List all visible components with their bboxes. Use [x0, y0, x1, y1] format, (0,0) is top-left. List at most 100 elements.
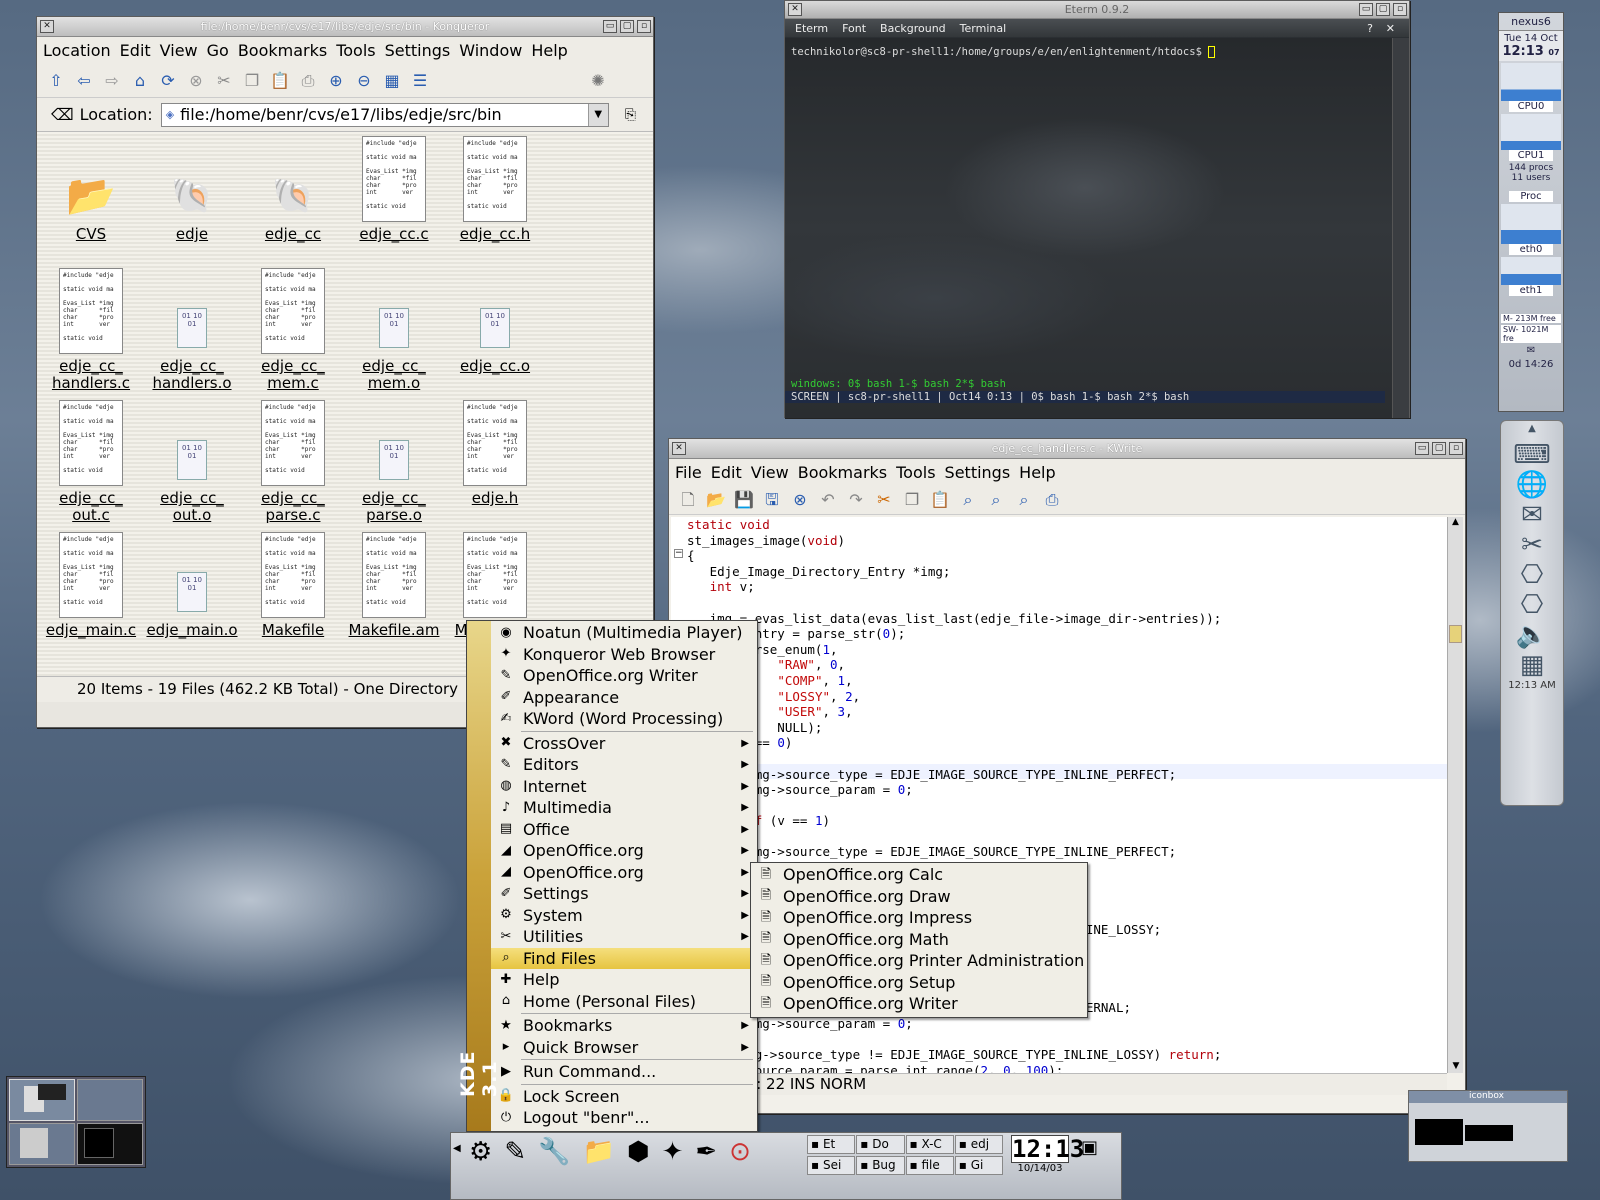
icon-view-icon[interactable]: ▦	[381, 70, 403, 92]
forward-icon[interactable]: ⇨	[101, 70, 123, 92]
menu-item-home-personal-files[interactable]: ⌂ Home (Personal Files)	[491, 991, 757, 1013]
menu-bookmarks[interactable]: Bookmarks	[798, 463, 887, 482]
close-icon[interactable]: ✕	[672, 442, 686, 455]
dropdown-icon[interactable]: ▼	[587, 103, 608, 126]
submenu-item[interactable]: 🗎 OpenOffice.org Impress	[751, 907, 1087, 929]
paste-icon[interactable]: 📋	[269, 70, 291, 92]
close-icon[interactable]: ✕	[788, 3, 802, 16]
menu-item-find-files[interactable]: ⌕ Find Files	[491, 947, 757, 969]
stop-icon[interactable]: ⊗	[185, 70, 207, 92]
menu-edit[interactable]: Edit	[120, 41, 151, 60]
file-item[interactable]: #include "edje static void ma Evas_List …	[245, 400, 341, 524]
maximize-icon[interactable]: ▢	[1432, 442, 1446, 455]
menu-item-run-command[interactable]: ▶ Run Command...	[491, 1061, 757, 1083]
menu-item-crossover[interactable]: ✖ CrossOver ▶	[491, 733, 757, 755]
menu-item-noatun-multimedia-player[interactable]: ◉ Noatun (Multimedia Player)	[491, 622, 757, 644]
help-icon[interactable]: ?	[1367, 22, 1373, 35]
file-item[interactable]: #include "edje static void ma Evas_List …	[43, 400, 139, 524]
menu-view[interactable]: View	[751, 463, 789, 482]
scroll-up-icon[interactable]: ▲	[1448, 517, 1463, 527]
menu-item-system[interactable]: ⚙ System ▶	[491, 905, 757, 927]
window-list-icon[interactable]: ▣	[1081, 1137, 1098, 1158]
file-item[interactable]: #include "edje static void ma Evas_List …	[346, 532, 442, 639]
menu-item-kword-word-processing[interactable]: ✍ KWord (Word Processing)	[491, 708, 757, 730]
menu-item-office[interactable]: ▤ Office ▶	[491, 819, 757, 841]
replace-icon[interactable]: ⌕	[1013, 489, 1035, 511]
file-item[interactable]: 01 10 01 edje_cc_ out.o	[144, 400, 240, 524]
detail-view-icon[interactable]: ☰	[409, 70, 431, 92]
tools-icon[interactable]: ✂	[1501, 530, 1563, 560]
task-button[interactable]: ▪ edj	[954, 1135, 1003, 1154]
task-button[interactable]: ▪ Et	[807, 1135, 856, 1154]
menu-item-help[interactable]: ✚ Help	[491, 969, 757, 991]
minimize-icon[interactable]: ▭	[1415, 442, 1429, 455]
desktop-icon[interactable]: ✎	[504, 1137, 526, 1167]
menu-view[interactable]: View	[160, 41, 198, 60]
sound-icon[interactable]: 🔈	[1501, 620, 1563, 650]
menu-location[interactable]: Location	[43, 41, 111, 60]
menu-item-editors[interactable]: ✎ Editors ▶	[491, 754, 757, 776]
fold-marker-icon[interactable]: −	[674, 549, 683, 558]
undo-icon[interactable]: ↶	[817, 489, 839, 511]
file-item[interactable]: #include "edje static void ma Evas_List …	[447, 136, 543, 243]
help-icon[interactable]: ⊙	[729, 1137, 751, 1167]
minimize-icon[interactable]: ▭	[603, 20, 617, 33]
task-button[interactable]: ▪ X-C	[905, 1135, 954, 1154]
scrollbar[interactable]: ▲ ▼	[1447, 517, 1463, 1073]
settings-icon[interactable]: 🔧	[538, 1137, 570, 1167]
kde-menu-icon[interactable]: ⚙	[469, 1137, 492, 1167]
find-icon[interactable]: ⌕	[957, 489, 979, 511]
shade-icon[interactable]: ▫	[1393, 3, 1407, 16]
file-item[interactable]: #include "edje static void ma Evas_List …	[346, 136, 442, 243]
task-button[interactable]: ▪ Bug	[856, 1155, 905, 1175]
menu-item-openoffice-org-writer[interactable]: ✎ OpenOffice.org Writer	[491, 665, 757, 687]
network2-icon[interactable]: ⎔	[1501, 590, 1563, 620]
submenu-item[interactable]: 🗎 OpenOffice.org Setup	[751, 972, 1087, 994]
go-icon[interactable]: ⎘	[625, 107, 636, 123]
menu-window[interactable]: Window	[459, 41, 522, 60]
file-item[interactable]: 🐚 edje_cc	[245, 136, 341, 243]
print-icon[interactable]: ⎙	[297, 70, 319, 92]
menu-item-openoffice-org[interactable]: ◢ OpenOffice.org ▶	[491, 862, 757, 884]
close-icon[interactable]: ✕	[1386, 22, 1395, 35]
iconbox-item[interactable]	[1465, 1125, 1513, 1141]
network-icon[interactable]: ⎔	[1501, 560, 1563, 590]
terminal-icon[interactable]: ⌨	[1501, 440, 1563, 470]
up-icon[interactable]: ⇧	[45, 70, 67, 92]
save-icon[interactable]: 💾	[733, 489, 755, 511]
print-icon[interactable]: ⎙	[1041, 489, 1063, 511]
cut-icon[interactable]: ✂	[213, 70, 235, 92]
submenu-item[interactable]: 🗎 OpenOffice.org Printer Administration	[751, 950, 1087, 972]
copy-icon[interactable]: ❐	[241, 70, 263, 92]
open-file-icon[interactable]: 📂	[705, 489, 727, 511]
menu-item-quick-browser[interactable]: ▸ Quick Browser ▶	[491, 1037, 757, 1059]
back-icon[interactable]: ⇦	[73, 70, 95, 92]
folder-icon[interactable]: 📁	[582, 1137, 614, 1167]
home-icon[interactable]: ⌂	[129, 70, 151, 92]
new-file-icon[interactable]: 🗋	[677, 489, 699, 511]
maximize-icon[interactable]: ▢	[620, 20, 634, 33]
find-next-icon[interactable]: ⌕	[985, 489, 1007, 511]
save-as-icon[interactable]: 🖫	[761, 489, 783, 511]
menu-tools[interactable]: Tools	[336, 41, 375, 60]
file-item[interactable]: #include "edje static void ma Evas_List …	[43, 268, 139, 392]
menu-item-internet[interactable]: ◍ Internet ▶	[491, 776, 757, 798]
redo-icon[interactable]: ↷	[845, 489, 867, 511]
file-item[interactable]: 📂 CVS	[43, 136, 139, 243]
file-item[interactable]: #include "edje static void ma Evas_List …	[43, 532, 139, 639]
scroll-down-icon[interactable]: ▼	[1448, 1061, 1464, 1071]
globe-icon[interactable]: 🌐	[1501, 470, 1563, 500]
submenu-item[interactable]: 🗎 OpenOffice.org Calc	[751, 864, 1087, 886]
menu-help[interactable]: Help	[531, 41, 567, 60]
pen-icon[interactable]: ✒	[695, 1137, 717, 1167]
paste-icon[interactable]: 📋	[929, 489, 951, 511]
eterm-titlebar[interactable]: ✕ Eterm 0.9.2 ▭ ▢ ▫	[785, 1, 1409, 19]
shield-icon[interactable]: ⬢	[627, 1137, 650, 1167]
reload-icon[interactable]: ⟳	[157, 70, 179, 92]
kwrite-titlebar[interactable]: ✕ edje_cc_handlers.c - KWrite ▭ ▢ ▫	[669, 439, 1465, 459]
file-item[interactable]: 01 10 01 edje_cc_ parse.o	[346, 400, 442, 524]
menu-item-settings[interactable]: ✐ Settings ▶	[491, 883, 757, 905]
konqueror-titlebar[interactable]: ✕ file:/home/benr/cvs/e17/libs/edje/src/…	[37, 17, 653, 37]
terminal-area[interactable]: technikolor@sc8-pr-shell1:/home/groups/e…	[785, 38, 1393, 418]
zoom-in-icon[interactable]: ⊕	[325, 70, 347, 92]
